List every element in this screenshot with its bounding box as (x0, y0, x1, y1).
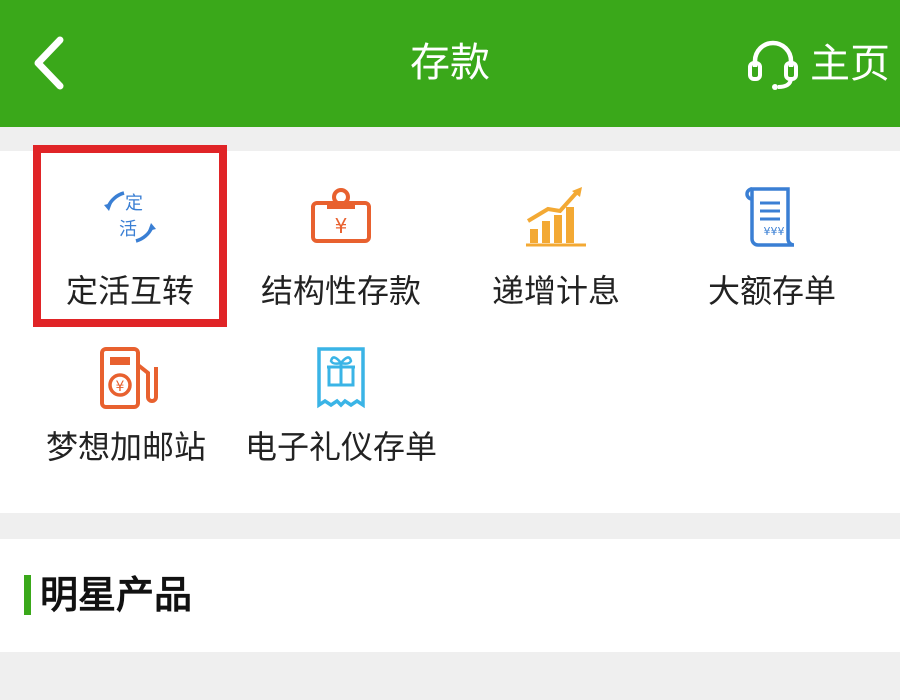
section-title: 明星产品 (40, 573, 193, 617)
service-structured-deposit[interactable]: ¥ 结构性存款 (233, 151, 449, 311)
home-label: 主页 (810, 41, 890, 87)
fuel-pump-icon: ¥ (100, 347, 158, 409)
service-gift-certificate[interactable]: 电子礼仪存单 (233, 343, 449, 503)
service-large-certificate[interactable]: ¥¥¥ 大额存单 (664, 151, 880, 311)
spacer (0, 513, 900, 539)
icon-text: ¥¥¥ (764, 225, 785, 238)
service-fixed-current-transfer[interactable]: 定 活 定活互转 (22, 151, 238, 311)
chevron-left-icon (34, 36, 64, 90)
gift-receipt-icon (317, 347, 365, 409)
featured-products-section: 明星产品 (0, 539, 900, 652)
headset-icon (748, 40, 798, 90)
spacer (0, 127, 900, 151)
service-label: 电子礼仪存单 (244, 428, 437, 466)
rising-bars-icon (526, 187, 586, 247)
icon-text: ¥ (116, 379, 125, 395)
scroll-certificate-icon: ¥¥¥ (745, 187, 795, 247)
yuan-badge-icon: ¥ (311, 188, 371, 243)
service-grid: 定 活 定活互转 ¥ 结构性存款 递增计息 ¥¥¥ 大额存单 ¥ 梦想加邮站 电… (0, 151, 900, 513)
section-accent-bar (24, 575, 31, 615)
icon-text-top: 定 (125, 193, 143, 214)
service-incremental-interest[interactable]: 递增计息 (448, 151, 664, 311)
icon-text-bottom: 活 (119, 219, 137, 240)
service-dream-station[interactable]: ¥ 梦想加邮站 (18, 343, 234, 503)
fixed-current-transfer-icon: 定 活 (104, 191, 156, 243)
spacer (0, 652, 900, 700)
service-label: 大额存单 (707, 272, 836, 310)
back-button[interactable] (26, 34, 82, 92)
icon-text: ¥ (335, 214, 348, 238)
top-navigation-bar: 存款 主页 (0, 0, 900, 127)
home-button[interactable]: 主页 (746, 36, 890, 92)
